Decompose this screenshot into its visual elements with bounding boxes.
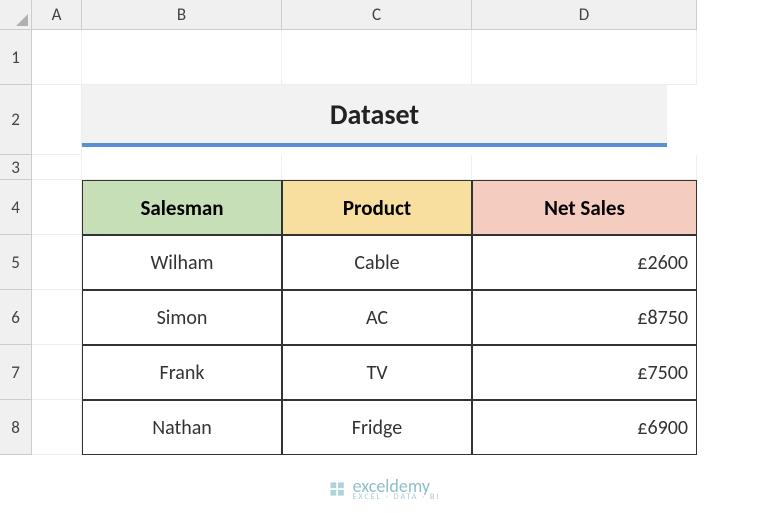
cell-a4[interactable] bbox=[32, 180, 82, 235]
title-cell[interactable]: Dataset bbox=[82, 85, 667, 147]
row-header-6[interactable]: 6 bbox=[0, 290, 32, 345]
cell-product-0[interactable]: Cable bbox=[282, 235, 472, 290]
cell-product-3[interactable]: Fridge bbox=[282, 400, 472, 455]
cell-salesman-2[interactable]: Frank bbox=[82, 345, 282, 400]
cell-a7[interactable] bbox=[32, 345, 82, 400]
header-netsales[interactable]: Net Sales bbox=[472, 180, 697, 235]
cell-d3[interactable] bbox=[472, 155, 697, 180]
row-header-5[interactable]: 5 bbox=[0, 235, 32, 290]
spreadsheet-grid: A B C D 1 2 Dataset 3 4 Salesman Product… bbox=[0, 0, 767, 455]
cell-c3[interactable] bbox=[282, 155, 472, 180]
cell-a8[interactable] bbox=[32, 400, 82, 455]
col-header-c[interactable]: C bbox=[282, 0, 472, 30]
watermark: exceldemy EXCEL · DATA · BI bbox=[327, 477, 441, 501]
watermark-sub: EXCEL · DATA · BI bbox=[353, 493, 441, 501]
col-header-a[interactable]: A bbox=[32, 0, 82, 30]
cell-salesman-1[interactable]: Simon bbox=[82, 290, 282, 345]
header-product[interactable]: Product bbox=[282, 180, 472, 235]
cell-a2[interactable] bbox=[32, 85, 82, 155]
cell-a1[interactable] bbox=[32, 30, 82, 85]
cell-salesman-3[interactable]: Nathan bbox=[82, 400, 282, 455]
col-header-b[interactable]: B bbox=[82, 0, 282, 30]
exceldemy-icon bbox=[327, 479, 347, 499]
row-header-8[interactable]: 8 bbox=[0, 400, 32, 455]
cell-b3[interactable] bbox=[82, 155, 282, 180]
row-header-1[interactable]: 1 bbox=[0, 30, 32, 85]
row-header-3[interactable]: 3 bbox=[0, 155, 32, 180]
cell-netsales-3[interactable]: £6900 bbox=[472, 400, 697, 455]
col-header-d[interactable]: D bbox=[472, 0, 697, 30]
cell-b1[interactable] bbox=[82, 30, 282, 85]
cell-netsales-0[interactable]: £2600 bbox=[472, 235, 697, 290]
cell-salesman-0[interactable]: Wilham bbox=[82, 235, 282, 290]
row-header-4[interactable]: 4 bbox=[0, 180, 32, 235]
row-header-7[interactable]: 7 bbox=[0, 345, 32, 400]
cell-netsales-2[interactable]: £7500 bbox=[472, 345, 697, 400]
row-header-2[interactable]: 2 bbox=[0, 85, 32, 155]
cell-a3[interactable] bbox=[32, 155, 82, 180]
cell-d1[interactable] bbox=[472, 30, 697, 85]
select-all-corner[interactable] bbox=[0, 0, 32, 30]
cell-netsales-1[interactable]: £8750 bbox=[472, 290, 697, 345]
cell-c1[interactable] bbox=[282, 30, 472, 85]
cell-product-2[interactable]: TV bbox=[282, 345, 472, 400]
cell-product-1[interactable]: AC bbox=[282, 290, 472, 345]
header-salesman[interactable]: Salesman bbox=[82, 180, 282, 235]
cell-a5[interactable] bbox=[32, 235, 82, 290]
cell-a6[interactable] bbox=[32, 290, 82, 345]
